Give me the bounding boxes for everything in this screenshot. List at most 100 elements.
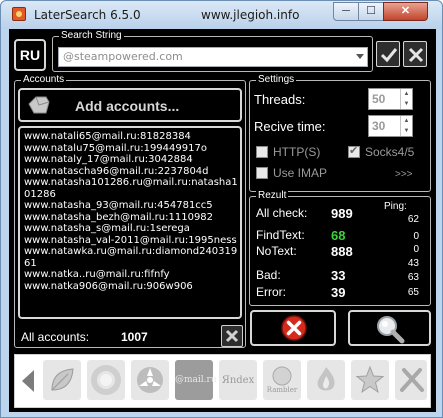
leaf-icon (51, 368, 74, 391)
ping-value: 0 (413, 231, 419, 242)
https-label: HTTP(S) (273, 145, 321, 159)
account-line[interactable]: www.natasha101286.ru@mail.ru:natasha1 (24, 177, 238, 189)
provider-tile-rambler[interactable]: Rambler (263, 360, 301, 400)
app-logo-icon (12, 7, 26, 21)
bad-label: Bad: (256, 268, 281, 282)
ping-value: 43 (407, 258, 419, 269)
account-line[interactable]: www.natali65@mail.ru:81828384 (24, 131, 236, 143)
no-text-label: NoText: (256, 244, 297, 258)
more-settings-link[interactable]: >>> (395, 169, 413, 180)
account-line[interactable]: www.natasha_93@mail.ru:454781cc5 (24, 200, 236, 212)
account-line[interactable]: www.nataly_17@mail.ru:3042884 (24, 154, 236, 166)
provider-tile-tools[interactable] (395, 360, 427, 400)
flame-icon (317, 367, 335, 391)
https-checkbox[interactable] (256, 146, 268, 158)
scroll-left-icon[interactable] (18, 368, 38, 394)
dropdown-arrow-icon[interactable] (356, 54, 364, 59)
hand-icon (28, 96, 50, 114)
account-line[interactable]: www.natascha96@mail.ru:2237804d (24, 166, 236, 178)
account-line[interactable]: www.natka..ru@mail.ru:fifnfy (24, 269, 236, 281)
provider-tile-star[interactable] (351, 360, 389, 400)
provider-tile-mailru[interactable]: @mail.ru (175, 360, 217, 400)
find-text-value: 68 (331, 228, 346, 243)
no-text-value: 888 (331, 244, 353, 259)
recive-stepper-arrows[interactable]: ▲ ▼ (400, 116, 412, 136)
add-accounts-label: Add accounts... (75, 98, 180, 114)
search-input[interactable]: @steampowered.com (58, 47, 368, 67)
account-line[interactable]: 61 (24, 258, 236, 270)
account-line[interactable]: www.natalu75@mail.ru:199449917o (24, 143, 236, 155)
threads-value: 50 (372, 92, 386, 106)
accounts-group: Accounts Add accounts... www.natali65@ma… (14, 74, 246, 348)
ping-value: 63 (407, 272, 419, 283)
all-accounts-label: All accounts: (21, 330, 90, 344)
star-icon (355, 365, 385, 394)
add-accounts-button[interactable]: Add accounts... (18, 88, 242, 122)
confirm-search-button[interactable] (376, 41, 400, 67)
use-imap-label: Use IMAP (273, 166, 328, 180)
app-window: LaterSearch 6.5.0 www.jlegioh.info ─ ☐ ✕… (0, 0, 443, 418)
settings-group-label: Settings (256, 74, 297, 86)
close-icon (408, 47, 424, 63)
language-button[interactable]: RU (14, 39, 46, 71)
account-line[interactable]: www.natasha_bezh@mail.ru:1110982 (24, 212, 236, 224)
settings-group: Settings Threads: 50 ▲ ▼ Recive time: 30… (249, 74, 431, 192)
window-site: www.jlegioh.info (201, 8, 300, 22)
threads-label: Threads: (254, 92, 306, 107)
recive-time-stepper[interactable]: 30 ▲ ▼ (368, 115, 413, 137)
ping-value: 62 (407, 214, 419, 225)
search-input-value: @steampowered.com (63, 50, 183, 63)
checkmark-icon (380, 48, 398, 63)
accounts-group-label: Accounts (21, 74, 67, 86)
chevron-down-icon[interactable]: ▼ (401, 126, 412, 136)
error-label: Error: (256, 285, 286, 299)
start-scan-button[interactable] (348, 310, 431, 346)
minimize-button[interactable]: ─ (333, 2, 359, 21)
provider-tile-leaf[interactable] (43, 360, 81, 400)
socks-checkbox[interactable] (348, 144, 360, 158)
bad-value: 33 (331, 268, 346, 283)
account-line[interactable]: 01286 (24, 189, 236, 201)
close-window-button[interactable]: ✕ (383, 2, 428, 21)
provider-tile-flame[interactable] (307, 360, 345, 400)
accounts-list[interactable]: www.natali65@mail.ru:81828384 www.natalu7… (18, 126, 242, 319)
provider-tile-radiation[interactable] (131, 360, 169, 400)
recive-time-value: 30 (372, 119, 386, 133)
threads-stepper[interactable]: 50 ▲ ▼ (368, 88, 413, 110)
yandex-label: Яndex (221, 375, 255, 386)
ping-label: Ping: (384, 201, 407, 212)
rambler-label: Rambler (266, 386, 298, 394)
ring-icon (91, 365, 121, 395)
title-bar[interactable]: LaterSearch 6.5.0 www.jlegioh.info ─ ☐ ✕ (1, 1, 442, 29)
close-icon (225, 329, 239, 343)
chevron-up-icon[interactable]: ▲ (401, 89, 412, 99)
recive-time-label: Recive time: (254, 119, 326, 134)
rezult-group-label: Rezult (256, 190, 289, 202)
ping-value: 0 (413, 244, 419, 255)
radiation-icon (137, 367, 163, 393)
threads-stepper-arrows[interactable]: ▲ ▼ (400, 89, 412, 109)
search-group-label: Search String (59, 30, 124, 42)
maximize-button[interactable]: ☐ (358, 2, 384, 21)
account-line[interactable]: www.natasha_s@mail.ru:1serega (24, 223, 236, 235)
clear-accounts-button[interactable] (221, 325, 243, 347)
account-line[interactable]: www.natasha_val-2011@mail.ru:1995ness (24, 235, 237, 247)
all-check-value: 989 (331, 206, 353, 221)
account-line[interactable]: www.natawka.ru@mail.ru:diamond240319 (24, 246, 237, 258)
mail-provider-toolbar: @mail.ru Яndex Rambler (14, 354, 431, 408)
account-line[interactable]: www.natka906@mail.ru:906w906 (24, 281, 236, 293)
search-string-group: Search String @steampowered.com (52, 30, 373, 72)
socks-label: Socks4/5 (365, 145, 415, 159)
stop-button[interactable] (250, 310, 336, 346)
clear-search-button[interactable] (403, 41, 427, 67)
use-imap-checkbox[interactable] (256, 167, 268, 179)
window-title: LaterSearch 6.5.0 (34, 8, 141, 22)
rezult-group: Rezult All check: 989 FindText: 68 NoTex… (249, 190, 431, 306)
error-value: 39 (331, 285, 346, 300)
provider-tile-yandex[interactable]: Яndex (219, 360, 257, 400)
chevron-down-icon[interactable]: ▼ (401, 99, 412, 109)
magnifier-icon (377, 316, 405, 344)
all-check-label: All check: (256, 206, 308, 220)
chevron-up-icon[interactable]: ▲ (401, 116, 412, 126)
provider-tile-ring[interactable] (87, 360, 125, 400)
